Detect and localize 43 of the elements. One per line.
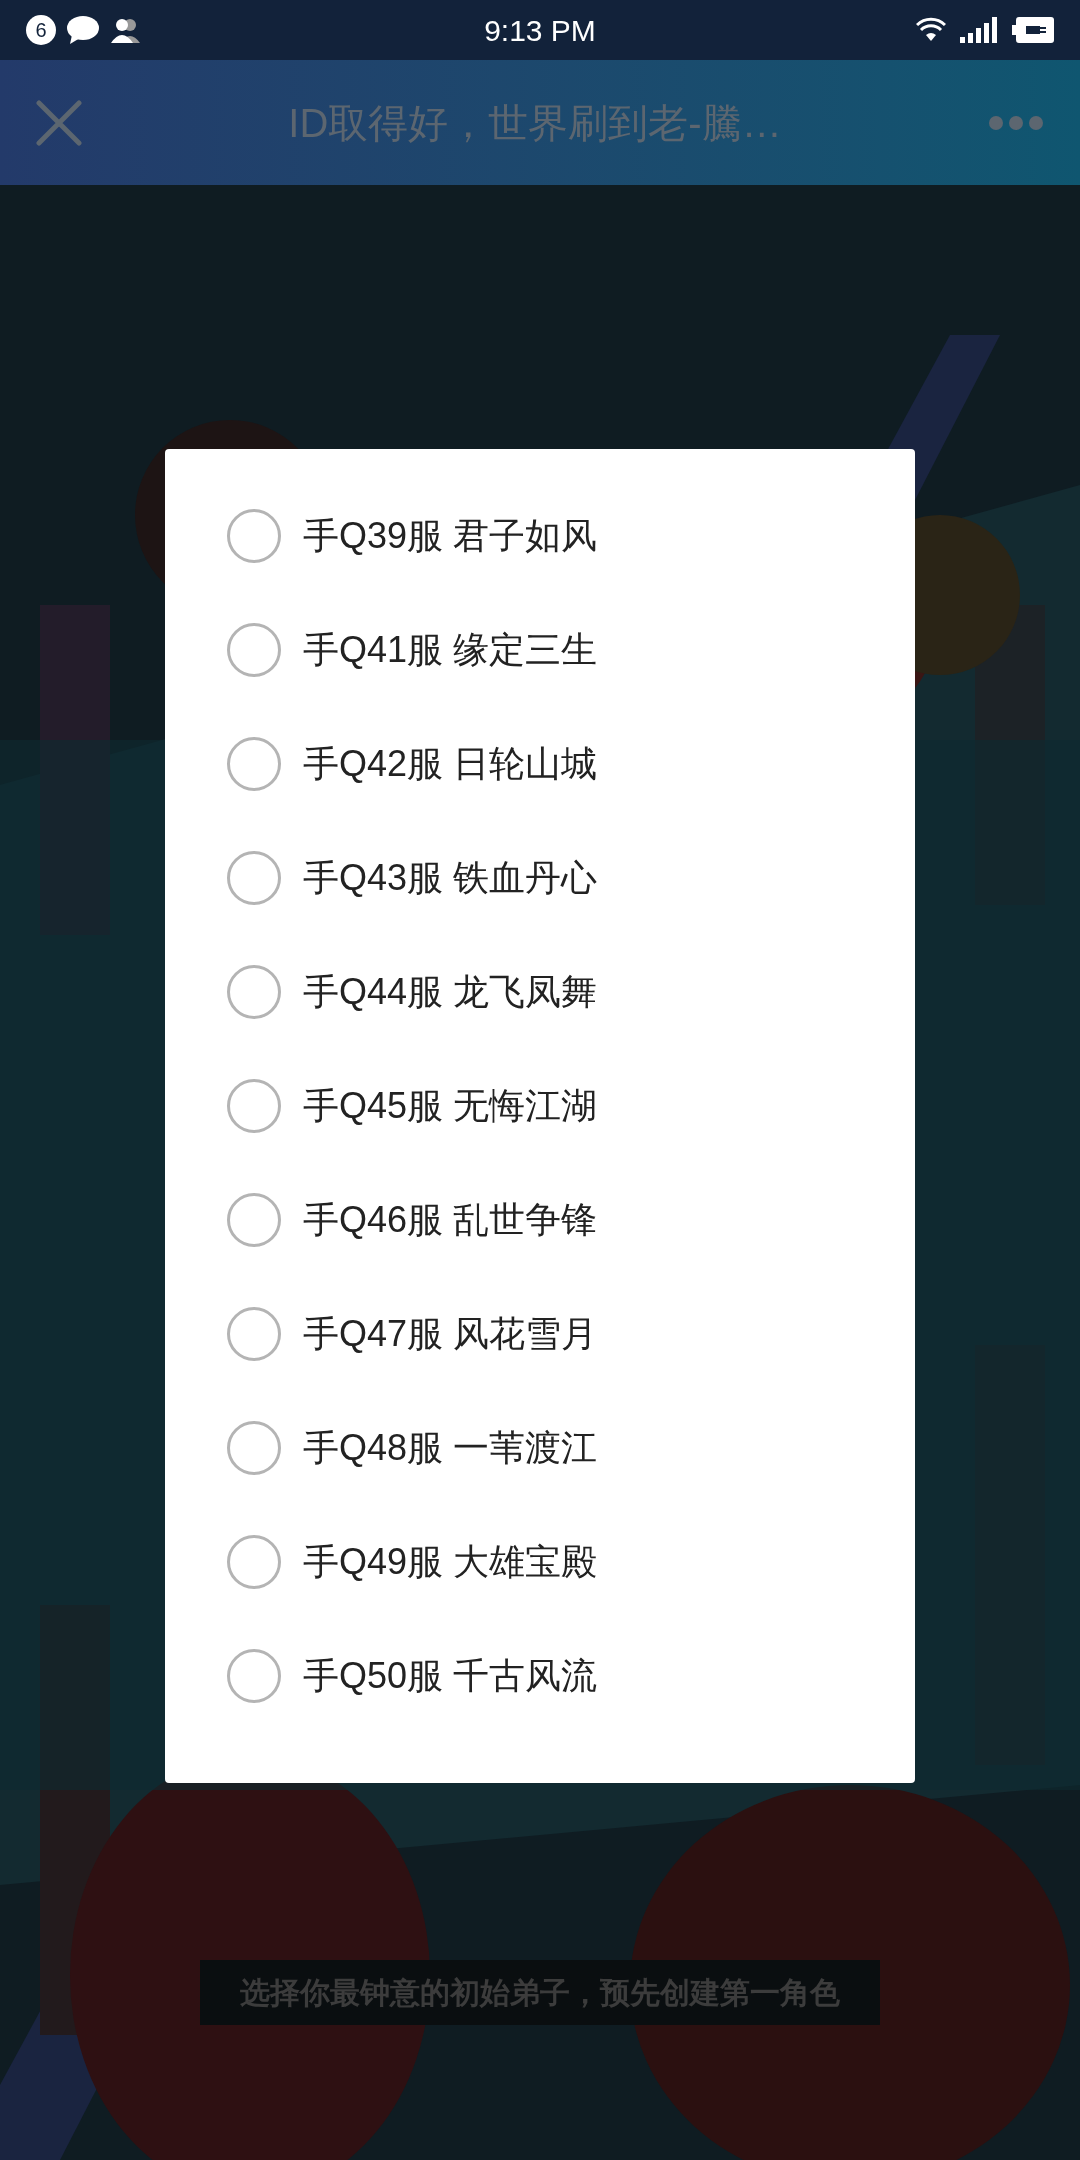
server-label: 手Q45服 无悔江湖	[303, 1084, 598, 1128]
radio-button[interactable]	[227, 1421, 281, 1475]
server-label: 手Q48服 一苇渡江	[303, 1426, 598, 1470]
server-option[interactable]: 手Q45服 无悔江湖	[165, 1049, 915, 1163]
server-label: 手Q49服 大雄宝殿	[303, 1540, 598, 1584]
radio-button[interactable]	[227, 965, 281, 1019]
server-option[interactable]: 手Q47服 风花雪月	[165, 1277, 915, 1391]
server-label: 手Q43服 铁血丹心	[303, 856, 598, 900]
chat-bubble-icon	[66, 15, 100, 45]
server-option[interactable]: 手Q43服 铁血丹心	[165, 821, 915, 935]
server-option[interactable]: 手Q48服 一苇渡江	[165, 1391, 915, 1505]
page-title: ID取得好，世界刷到老-騰…	[287, 99, 783, 147]
server-label: 手Q47服 风花雪月	[303, 1312, 598, 1356]
server-label: 手Q44服 龙飞凤舞	[303, 970, 598, 1014]
server-label: 手Q41服 缘定三生	[303, 628, 598, 672]
server-option[interactable]: 手Q41服 缘定三生	[165, 593, 915, 707]
radio-button[interactable]	[227, 1535, 281, 1589]
server-label: 手Q39服 君子如风	[303, 514, 598, 558]
radio-button[interactable]	[227, 509, 281, 563]
server-label: 手Q42服 日轮山城	[303, 742, 598, 786]
radio-button[interactable]	[227, 623, 281, 677]
server-option[interactable]: 手Q39服 君子如风	[165, 479, 915, 593]
server-option[interactable]: 手Q50服 千古风流	[165, 1619, 915, 1733]
server-label: 手Q50服 千古风流	[303, 1654, 598, 1698]
server-option[interactable]: 手Q46服 乱世争锋	[165, 1163, 915, 1277]
radio-button[interactable]	[227, 851, 281, 905]
radio-button[interactable]	[227, 1649, 281, 1703]
more-icon	[989, 115, 1043, 130]
server-label: 手Q46服 乱世争锋	[303, 1198, 598, 1242]
close-button[interactable]	[34, 97, 84, 148]
notification-count: 6	[26, 15, 56, 45]
radio-button[interactable]	[227, 737, 281, 791]
radio-button[interactable]	[227, 1307, 281, 1361]
clock: 9:13 PM	[483, 12, 597, 49]
server-option[interactable]: 手Q49服 大雄宝殿	[165, 1505, 915, 1619]
radio-button[interactable]	[227, 1193, 281, 1247]
signal-icon	[960, 17, 998, 43]
server-option[interactable]: 手Q44服 龙飞凤舞	[165, 935, 915, 1049]
close-icon	[36, 99, 82, 146]
wifi-icon	[916, 17, 946, 43]
battery-charging-icon	[1012, 17, 1054, 43]
server-option[interactable]: 手Q42服 日轮山城	[165, 707, 915, 821]
radio-button[interactable]	[227, 1079, 281, 1133]
